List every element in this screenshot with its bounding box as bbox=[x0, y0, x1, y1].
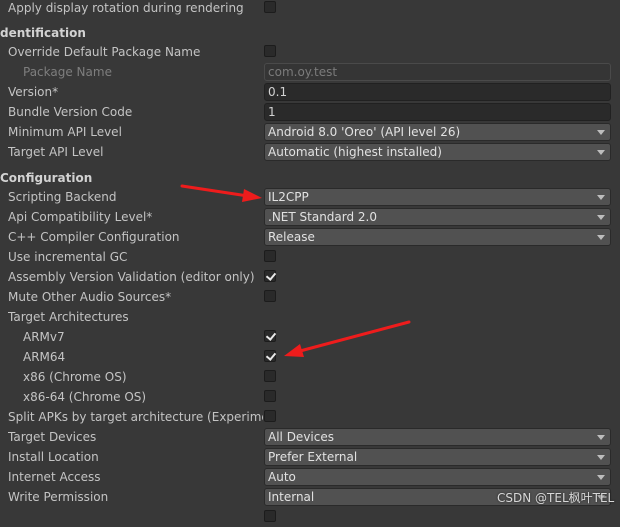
row-install-location: Install Location Prefer External bbox=[0, 447, 620, 467]
row-armv7: ARMv7 bbox=[0, 327, 620, 347]
row-split-apks: Split APKs by target architecture (Exper… bbox=[0, 407, 620, 427]
chevron-down-icon bbox=[597, 435, 605, 440]
package-name-field: com.oy.test bbox=[264, 63, 611, 81]
write-permission-value: Internal bbox=[268, 490, 315, 504]
row-x86-64: x86-64 (Chrome OS) bbox=[0, 387, 620, 407]
min-api-label: Minimum API Level bbox=[8, 125, 122, 139]
install-location-dropdown[interactable]: Prefer External bbox=[264, 448, 611, 466]
row-cpp-compiler-configuration: C++ Compiler Configuration Release bbox=[0, 227, 620, 247]
row-assembly-version-validation: Assembly Version Validation (editor only… bbox=[0, 267, 620, 287]
apply-rotation-checkbox[interactable] bbox=[264, 1, 276, 13]
bundle-code-label: Bundle Version Code bbox=[8, 105, 133, 119]
target-api-value: Automatic (highest installed) bbox=[268, 145, 442, 159]
target-devices-value: All Devices bbox=[268, 430, 334, 444]
target-api-label: Target API Level bbox=[8, 145, 104, 159]
row-arm64: ARM64 bbox=[0, 347, 620, 367]
install-location-label: Install Location bbox=[8, 450, 99, 464]
target-devices-label: Target Devices bbox=[8, 430, 97, 444]
mute-audio-label: Mute Other Audio Sources* bbox=[8, 290, 172, 304]
target-arch-label: Target Architectures bbox=[8, 310, 129, 324]
x86-checkbox[interactable] bbox=[264, 370, 276, 382]
row-api-compatibility-level: Api Compatibility Level* .NET Standard 2… bbox=[0, 207, 620, 227]
row-override-package-name: Override Default Package Name bbox=[0, 42, 620, 62]
row-mute-other-audio: Mute Other Audio Sources* bbox=[0, 287, 620, 307]
incremental-gc-checkbox[interactable] bbox=[264, 250, 276, 262]
arm64-checkbox[interactable] bbox=[264, 350, 277, 362]
internet-access-label: Internet Access bbox=[8, 470, 101, 484]
target-api-dropdown[interactable]: Automatic (highest installed) bbox=[264, 143, 611, 161]
scripting-backend-dropdown[interactable]: IL2CPP bbox=[264, 188, 611, 206]
write-permission-label: Write Permission bbox=[8, 490, 109, 504]
arm64-label: ARM64 bbox=[23, 350, 66, 364]
override-package-label: Override Default Package Name bbox=[8, 45, 201, 59]
version-label: Version* bbox=[8, 85, 59, 99]
api-compat-label: Api Compatibility Level* bbox=[8, 210, 153, 224]
csdn-watermark: CSDN @TEL枫叶TEL bbox=[497, 491, 615, 505]
checkmark-icon bbox=[265, 330, 277, 341]
cpp-compiler-dropdown[interactable]: Release bbox=[264, 228, 611, 246]
assembly-validation-label: Assembly Version Validation (editor only… bbox=[8, 270, 255, 284]
row-target-architectures: Target Architectures bbox=[0, 307, 620, 327]
checkmark-icon bbox=[265, 350, 277, 361]
bundle-code-field[interactable]: 1 bbox=[264, 103, 611, 121]
mute-audio-checkbox[interactable] bbox=[264, 290, 276, 302]
row-target-devices: Target Devices All Devices bbox=[0, 427, 620, 447]
cpp-compiler-label: C++ Compiler Configuration bbox=[8, 230, 180, 244]
chevron-down-icon bbox=[597, 130, 605, 135]
partial-checkbox[interactable] bbox=[264, 510, 276, 522]
api-compat-value: .NET Standard 2.0 bbox=[268, 210, 378, 224]
min-api-dropdown[interactable]: Android 8.0 'Oreo' (API level 26) bbox=[264, 123, 611, 141]
row-package-name: Package Name com.oy.test bbox=[0, 62, 620, 82]
incremental-gc-label: Use incremental GC bbox=[8, 250, 128, 264]
scripting-backend-value: IL2CPP bbox=[268, 190, 309, 204]
split-apks-label: Split APKs by target architecture (Exper… bbox=[8, 410, 263, 424]
row-version: Version* 0.1 bbox=[0, 82, 620, 102]
armv7-label: ARMv7 bbox=[23, 330, 65, 344]
checkmark-icon bbox=[265, 270, 277, 281]
chevron-down-icon bbox=[597, 235, 605, 240]
install-location-value: Prefer External bbox=[268, 450, 358, 464]
chevron-down-icon bbox=[597, 475, 605, 480]
override-package-checkbox[interactable] bbox=[264, 45, 276, 57]
x86-label: x86 (Chrome OS) bbox=[23, 370, 127, 384]
cpp-compiler-value: Release bbox=[268, 230, 315, 244]
chevron-down-icon bbox=[597, 215, 605, 220]
api-compat-dropdown[interactable]: .NET Standard 2.0 bbox=[264, 208, 611, 226]
internet-access-value: Auto bbox=[268, 470, 296, 484]
internet-access-dropdown[interactable]: Auto bbox=[264, 468, 611, 486]
configuration-header-text: Configuration bbox=[0, 171, 93, 185]
min-api-value: Android 8.0 'Oreo' (API level 26) bbox=[268, 125, 461, 139]
row-apply-display-rotation: Apply display rotation during rendering bbox=[0, 0, 620, 18]
chevron-down-icon bbox=[597, 150, 605, 155]
armv7-checkbox[interactable] bbox=[264, 330, 277, 342]
identification-header-text: dentification bbox=[0, 26, 86, 40]
row-scripting-backend: Scripting Backend IL2CPP bbox=[0, 187, 620, 207]
package-name-label: Package Name bbox=[23, 65, 112, 79]
apply-rotation-label: Apply display rotation during rendering bbox=[8, 1, 244, 15]
chevron-down-icon bbox=[597, 455, 605, 460]
configuration-section-header: Configuration bbox=[0, 168, 620, 188]
assembly-validation-checkbox[interactable] bbox=[264, 270, 277, 282]
identification-section-header: dentification bbox=[0, 23, 620, 43]
target-devices-dropdown[interactable]: All Devices bbox=[264, 428, 611, 446]
row-bundle-version-code: Bundle Version Code 1 bbox=[0, 102, 620, 122]
row-minimum-api-level: Minimum API Level Android 8.0 'Oreo' (AP… bbox=[0, 122, 620, 142]
x86-64-checkbox[interactable] bbox=[264, 390, 276, 402]
row-x86: x86 (Chrome OS) bbox=[0, 367, 620, 387]
x86-64-label: x86-64 (Chrome OS) bbox=[23, 390, 147, 404]
row-partial-next bbox=[0, 507, 620, 527]
split-apks-checkbox[interactable] bbox=[264, 410, 276, 422]
row-target-api-level: Target API Level Automatic (highest inst… bbox=[0, 142, 620, 162]
scripting-backend-label: Scripting Backend bbox=[8, 190, 117, 204]
row-internet-access: Internet Access Auto bbox=[0, 467, 620, 487]
chevron-down-icon bbox=[597, 195, 605, 200]
version-field[interactable]: 0.1 bbox=[264, 83, 611, 101]
row-incremental-gc: Use incremental GC bbox=[0, 247, 620, 267]
